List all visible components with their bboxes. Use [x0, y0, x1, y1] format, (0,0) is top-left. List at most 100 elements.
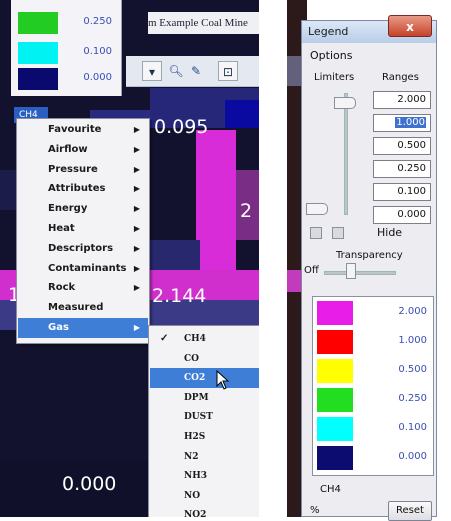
legend-window: Legend x Options Limiters Ranges 2.000 1.… [301, 15, 437, 521]
menu-item[interactable]: Heat ▶ [18, 219, 148, 239]
ventsim-view: 0.095 2.144 0.000 1 2 0.250 0.100 0.000 … [0, 0, 259, 517]
legend-value: 0.000 [83, 72, 112, 83]
menu-item-label: Rock [48, 282, 76, 294]
reset-button[interactable]: Reset [388, 501, 432, 521]
legend-row: 1.000 [317, 330, 429, 354]
legend-row: 0.100 [14, 42, 118, 64]
context-menu: Favourite ▶ Airflow ▶ Pressure ▶ Attributes ▶ En… [16, 118, 150, 344]
scene-block [196, 130, 236, 290]
range-value: 0.500 [397, 140, 426, 151]
close-button[interactable]: x [388, 15, 432, 37]
legend-row: 0.000 [317, 446, 429, 470]
submenu-arrow-icon: ▶ [133, 125, 140, 134]
gas-menu-item[interactable]: NH3 [150, 466, 259, 486]
range-input[interactable]: 0.000 [373, 206, 431, 224]
pen-icon[interactable]: ✎ [186, 61, 206, 81]
window-title: m Example Coal Mine [148, 12, 259, 34]
gas-menu-item-label: DUST [184, 412, 213, 423]
range-value: 0.000 [397, 209, 426, 220]
scene-value-label: 2.144 [152, 285, 207, 307]
gas-menu-item[interactable]: ✓ CH4 [150, 329, 259, 349]
menu-item-label: Pressure [48, 163, 98, 175]
transparency-off-label: Off [304, 265, 319, 276]
menu-item[interactable]: Rock ▶ [18, 278, 148, 298]
title-bar[interactable]: Legend x [302, 15, 436, 43]
range-input[interactable]: 1.000 [373, 114, 431, 132]
unit-label: % [310, 505, 320, 516]
gas-menu-item[interactable]: DPM [150, 388, 259, 408]
menu-item-label: Attributes [48, 183, 106, 195]
legend-value: 0.100 [83, 46, 112, 57]
scene-value-label: 2 [240, 200, 253, 222]
legend-color-panel: 2.000 1.000 0.500 0.250 0.100 0.000 [312, 296, 434, 476]
gas-submenu: ✓ CH4 CO CO2 DPM DUST H2S N2 NH3 NO NO2 [148, 325, 259, 517]
submenu-arrow-icon: ▶ [133, 243, 140, 253]
legend-row: 0.100 [317, 417, 429, 441]
checkbox[interactable] [332, 227, 344, 239]
gas-menu-item[interactable]: CO2 [150, 368, 259, 389]
legend-partial: 0.250 0.100 0.000 [11, 0, 122, 96]
range-input[interactable]: 0.500 [373, 137, 431, 155]
legend-swatch [317, 301, 353, 325]
scene-block [150, 240, 200, 270]
menu-item[interactable]: Energy ▶ [18, 199, 148, 219]
legend-swatch [18, 12, 58, 34]
dropdown-arrow-icon[interactable]: ▾ [142, 61, 162, 81]
menu-item-label: Contaminants [48, 262, 127, 274]
limiters-header: Limiters [314, 72, 355, 83]
checkmark-icon: ✓ [160, 333, 169, 344]
range-input[interactable]: 0.100 [373, 183, 431, 201]
gas-menu-item[interactable]: NO2 [150, 505, 259, 517]
options-label: Options [310, 49, 353, 62]
legend-row: 0.000 [14, 68, 118, 90]
menu-item-label: Gas [48, 322, 69, 333]
menu-item[interactable]: Airflow ▶ [18, 140, 148, 160]
scene-block [225, 100, 259, 128]
menu-item[interactable]: Favourite ▶ [18, 120, 148, 140]
gas-menu-item[interactable]: H2S [150, 427, 259, 447]
legend-swatch [18, 42, 58, 64]
gas-menu-item[interactable]: NO [150, 486, 259, 506]
scene-value-label: 0.095 [154, 116, 209, 138]
legend-row: 0.250 [14, 12, 118, 34]
mouse-cursor-icon [216, 370, 230, 390]
legend-value: 2.000 [398, 306, 427, 317]
legend-row: 0.500 [317, 359, 429, 383]
legend-screenshot: Legend x Options Limiters Ranges 2.000 1.… [287, 0, 451, 521]
menu-item-label: Heat [48, 223, 75, 234]
menu-item[interactable]: Contaminants ▶ [18, 259, 148, 279]
legend-swatch [317, 330, 353, 354]
gas-menu-item-label: NO [184, 490, 201, 501]
legend-row: 0.250 [317, 388, 429, 412]
legend-swatch [317, 417, 353, 441]
menu-item[interactable]: Measured [18, 298, 148, 318]
transparency-slider[interactable] [346, 263, 356, 279]
legend-swatch [317, 359, 353, 383]
menu-item[interactable]: Pressure ▶ [18, 160, 148, 180]
menu-item[interactable]: Descriptors ▶ [18, 239, 148, 259]
gas-menu-item[interactable]: CO [150, 349, 259, 369]
range-input[interactable]: 2.000 [373, 91, 431, 109]
zoom-icon[interactable]: 🔍︎ [166, 61, 186, 81]
range-value: 1.000 [395, 117, 426, 128]
menu-item[interactable]: Gas ▶ [18, 318, 148, 338]
range-input[interactable]: 0.250 [373, 160, 431, 178]
checkbox[interactable] [310, 227, 322, 239]
gas-menu-item-label: H2S [184, 432, 206, 442]
gas-menu-item-label: NO2 [184, 510, 207, 517]
gas-menu-item[interactable]: DUST [150, 407, 259, 427]
gas-menu-item[interactable]: N2 [150, 447, 259, 467]
gas-name-label: CH4 [320, 484, 341, 495]
menu-item[interactable]: Attributes ▶ [18, 179, 148, 199]
menu-item-label: Favourite [48, 124, 102, 135]
gas-menu-item-label: N2 [184, 451, 199, 462]
menu-item-label: Measured [48, 302, 104, 314]
lower-limiter-thumb[interactable] [306, 203, 328, 215]
zoom-box-icon[interactable]: ⊡ [218, 61, 238, 81]
submenu-arrow-icon: ▶ [133, 283, 140, 293]
range-value: 0.250 [397, 163, 426, 174]
legend-swatch [317, 388, 353, 412]
menu-item-label: Airflow [48, 143, 88, 155]
legend-value: 0.500 [398, 364, 427, 375]
upper-limiter-thumb[interactable] [334, 97, 356, 109]
